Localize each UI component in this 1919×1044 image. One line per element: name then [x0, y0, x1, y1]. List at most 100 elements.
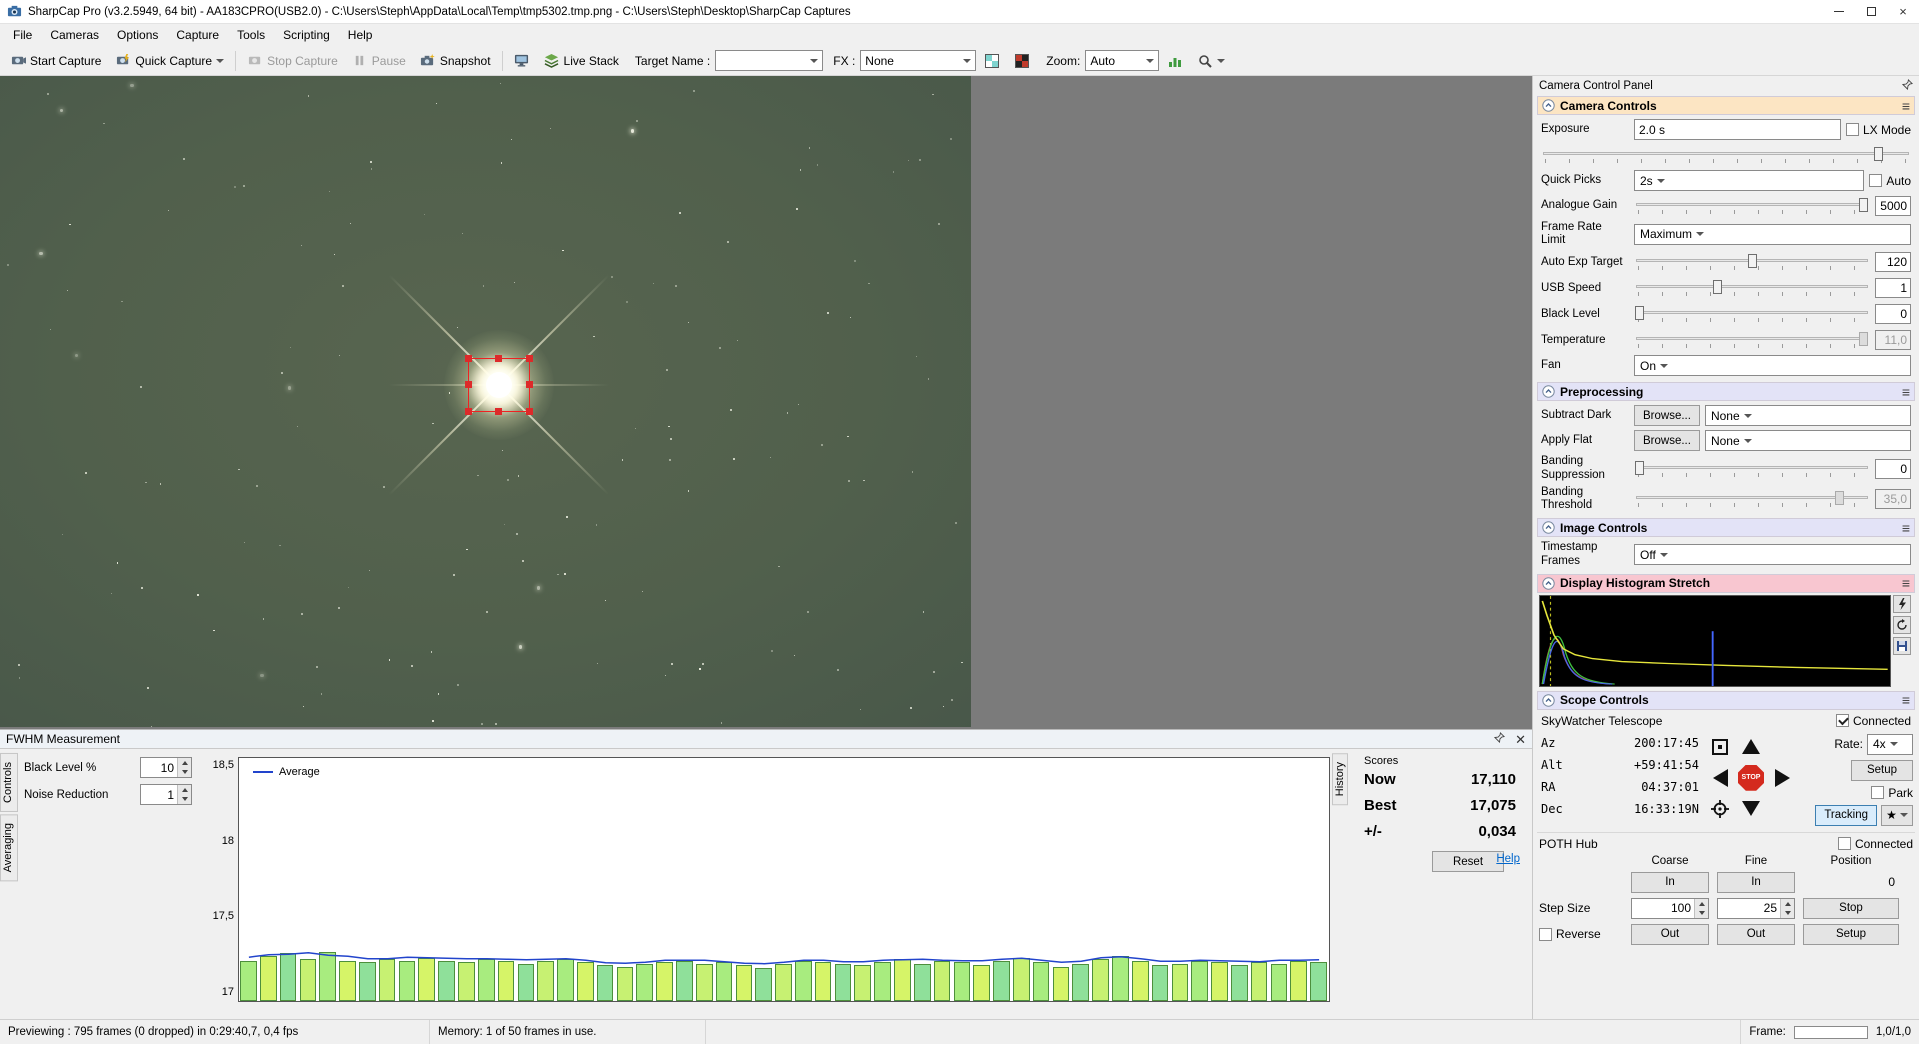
histogram-display[interactable] — [1539, 594, 1891, 687]
menu-scripting[interactable]: Scripting — [274, 26, 339, 44]
section-menu-icon[interactable]: ≡ — [1902, 576, 1910, 590]
collapse-icon[interactable] — [1542, 521, 1555, 535]
timestamp-frames-select[interactable]: Off — [1634, 544, 1911, 566]
reticule-button[interactable] — [1008, 49, 1036, 73]
menu-tools[interactable]: Tools — [228, 26, 274, 44]
usb-speed-value[interactable]: 1 — [1875, 278, 1911, 299]
poth-connected-checkbox[interactable] — [1837, 837, 1851, 851]
fine-out-button[interactable]: Out — [1717, 923, 1795, 945]
menu-options[interactable]: Options — [108, 26, 167, 44]
collapse-icon[interactable] — [1542, 385, 1555, 399]
slew-left-button[interactable] — [1707, 765, 1733, 791]
menu-file[interactable]: File — [4, 26, 41, 44]
rate-select[interactable]: 4x — [1867, 733, 1913, 755]
coarse-in-button[interactable]: In — [1631, 871, 1709, 893]
auto-stretch-button[interactable] — [1893, 594, 1911, 613]
fwhm-selection-rectangle[interactable] — [465, 355, 534, 416]
menu-cameras[interactable]: Cameras — [41, 26, 108, 44]
maximize-button[interactable] — [1855, 0, 1887, 23]
camera-controls-header[interactable]: Camera Controls ≡ — [1537, 96, 1915, 115]
collapse-icon[interactable] — [1542, 694, 1555, 707]
histogram-button[interactable] — [1161, 49, 1189, 73]
menu-help[interactable]: Help — [339, 26, 382, 44]
apply-flat-select[interactable]: None — [1704, 430, 1911, 452]
fine-step-spinner[interactable]: 25 — [1717, 897, 1795, 919]
quick-picks-select[interactable]: 2s — [1634, 170, 1865, 191]
section-menu-icon[interactable]: ≡ — [1902, 693, 1910, 707]
section-menu-icon[interactable]: ≡ — [1902, 521, 1910, 535]
reset-stretch-button[interactable] — [1893, 615, 1911, 634]
black-level-value[interactable]: 0 — [1875, 304, 1911, 325]
subtract-dark-browse-button[interactable]: Browse... — [1634, 405, 1700, 427]
folder-monitor-button[interactable] — [508, 49, 536, 73]
section-menu-icon[interactable]: ≡ — [1902, 385, 1910, 399]
tab-averaging[interactable]: Averaging — [0, 813, 18, 882]
banding-suppression-slider[interactable] — [1634, 458, 1870, 480]
slew-down-button[interactable] — [1738, 796, 1764, 822]
fan-select[interactable]: On — [1634, 355, 1911, 377]
stop-capture-button[interactable]: Stop Capture — [241, 49, 344, 73]
tab-controls[interactable]: Controls — [0, 753, 18, 812]
coarse-out-button[interactable]: Out — [1631, 923, 1709, 945]
target-name-input[interactable] — [715, 50, 824, 71]
scope-connected-checkbox[interactable] — [1835, 714, 1849, 728]
pin-icon[interactable] — [1494, 731, 1506, 746]
pause-button[interactable]: Pause — [346, 49, 412, 73]
analogue-gain-value[interactable]: 5000 — [1875, 196, 1911, 216]
pin-icon[interactable] — [1901, 78, 1914, 93]
slew-stop-button[interactable]: STOP — [1738, 764, 1764, 791]
auto-exp-target-value[interactable]: 120 — [1875, 252, 1911, 273]
reset-button[interactable]: Reset — [1432, 851, 1504, 872]
close-button[interactable]: × — [1887, 0, 1919, 23]
save-stretch-button[interactable] — [1893, 636, 1911, 655]
quick-capture-button[interactable]: Quick Capture — [109, 49, 230, 73]
zoom-select[interactable]: Auto — [1085, 50, 1160, 71]
exposure-input[interactable]: 2.0 s — [1634, 119, 1841, 140]
help-link[interactable]: Help — [1496, 853, 1520, 865]
auto-exp-target-slider[interactable] — [1634, 251, 1870, 273]
selection-area-button[interactable] — [978, 49, 1006, 73]
black-level-slider[interactable] — [1634, 303, 1870, 325]
display-histogram-header[interactable]: Display Histogram Stretch ≡ — [1537, 573, 1915, 593]
goto-target-button[interactable] — [1707, 796, 1733, 822]
snapshot-button[interactable]: Snapshot — [414, 49, 497, 73]
live-stack-button[interactable]: Live Stack — [538, 49, 625, 73]
fine-in-button[interactable]: In — [1717, 871, 1795, 893]
collapse-icon[interactable] — [1542, 99, 1555, 112]
magnifier-button[interactable] — [1191, 49, 1231, 73]
park-checkbox[interactable] — [1871, 786, 1885, 800]
collapse-icon[interactable] — [1542, 577, 1555, 590]
usb-speed-slider[interactable] — [1634, 277, 1870, 299]
close-panel-icon[interactable]: ✕ — [1515, 733, 1526, 746]
reverse-checkbox[interactable] — [1539, 927, 1552, 941]
camera-preview-image[interactable] — [0, 76, 971, 727]
fwhm-noise-reduction-spinner[interactable]: 1 — [140, 784, 192, 805]
focuser-setup-button[interactable]: Setup — [1803, 923, 1899, 945]
fx-select[interactable]: None — [860, 50, 977, 71]
tracking-button[interactable]: Tracking — [1815, 804, 1877, 826]
slew-right-button[interactable] — [1769, 765, 1795, 791]
star-menu-button[interactable]: ★ — [1881, 804, 1913, 826]
auto-exposure-checkbox[interactable] — [1869, 174, 1883, 187]
fwhm-black-level-spinner[interactable]: 10 — [140, 757, 192, 778]
tab-history[interactable]: History — [1332, 753, 1348, 806]
scope-controls-header[interactable]: Scope Controls ≡ — [1537, 690, 1915, 710]
banding-suppression-value[interactable]: 0 — [1875, 458, 1911, 479]
subtract-dark-select[interactable]: None — [1704, 405, 1911, 427]
apply-flat-browse-button[interactable]: Browse... — [1634, 430, 1700, 452]
start-capture-button[interactable]: Start Capture — [4, 49, 107, 73]
slew-up-button[interactable] — [1738, 734, 1764, 760]
analogue-gain-slider[interactable] — [1634, 195, 1870, 217]
section-menu-icon[interactable]: ≡ — [1902, 99, 1910, 113]
exposure-slider[interactable] — [1541, 144, 1911, 166]
frame-center-button[interactable] — [1707, 734, 1733, 760]
scope-setup-button[interactable]: Setup — [1851, 759, 1913, 781]
frame-rate-limit-select[interactable]: Maximum — [1634, 223, 1911, 245]
focuser-stop-button[interactable]: Stop — [1803, 897, 1899, 919]
preprocessing-header[interactable]: Preprocessing ≡ — [1537, 382, 1915, 402]
minimize-button[interactable] — [1823, 0, 1855, 23]
image-controls-header[interactable]: Image Controls ≡ — [1537, 518, 1915, 538]
lx-mode-checkbox[interactable] — [1845, 123, 1859, 136]
menu-capture[interactable]: Capture — [167, 26, 228, 44]
coarse-step-spinner[interactable]: 100 — [1631, 897, 1709, 919]
